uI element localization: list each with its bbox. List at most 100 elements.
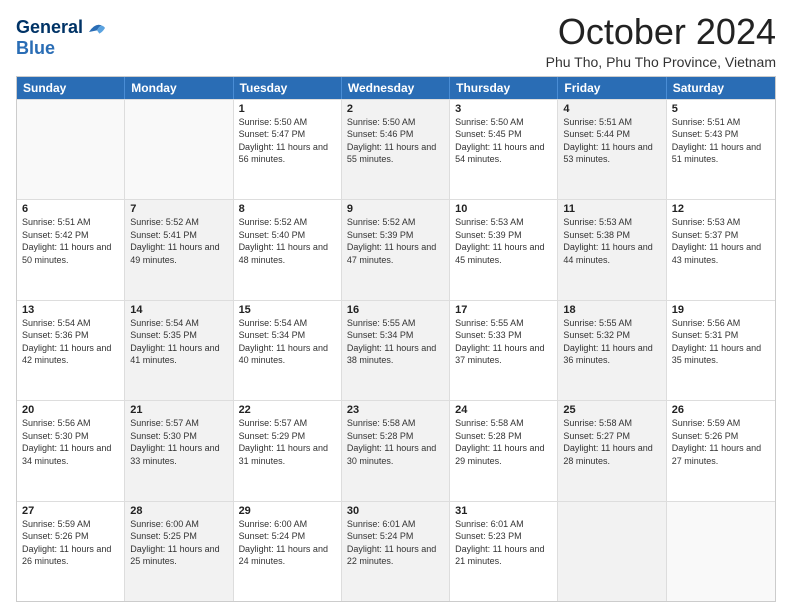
calendar-cell: 17Sunrise: 5:55 AMSunset: 5:33 PMDayligh…: [450, 301, 558, 400]
calendar-cell: 20Sunrise: 5:56 AMSunset: 5:30 PMDayligh…: [17, 401, 125, 500]
calendar-cell: [558, 502, 666, 601]
calendar-cell: 12Sunrise: 5:53 AMSunset: 5:37 PMDayligh…: [667, 200, 775, 299]
calendar-cell: 8Sunrise: 5:52 AMSunset: 5:40 PMDaylight…: [234, 200, 342, 299]
day-number: 24: [455, 404, 552, 416]
calendar-row: 13Sunrise: 5:54 AMSunset: 5:36 PMDayligh…: [17, 300, 775, 400]
page: General Blue October 2024 Phu Tho, Phu T…: [0, 0, 792, 612]
calendar-cell: 6Sunrise: 5:51 AMSunset: 5:42 PMDaylight…: [17, 200, 125, 299]
calendar: SundayMondayTuesdayWednesdayThursdayFrid…: [16, 76, 776, 602]
day-number: 20: [22, 404, 119, 416]
sun-info: Sunrise: 6:00 AMSunset: 5:24 PMDaylight:…: [239, 518, 336, 568]
calendar-cell: 31Sunrise: 6:01 AMSunset: 5:23 PMDayligh…: [450, 502, 558, 601]
calendar-cell: 13Sunrise: 5:54 AMSunset: 5:36 PMDayligh…: [17, 301, 125, 400]
sun-info: Sunrise: 5:51 AMSunset: 5:43 PMDaylight:…: [672, 116, 770, 166]
calendar-cell: 24Sunrise: 5:58 AMSunset: 5:28 PMDayligh…: [450, 401, 558, 500]
day-number: 4: [563, 103, 660, 115]
sun-info: Sunrise: 5:59 AMSunset: 5:26 PMDaylight:…: [22, 518, 119, 568]
day-number: 29: [239, 505, 336, 517]
calendar-row: 27Sunrise: 5:59 AMSunset: 5:26 PMDayligh…: [17, 501, 775, 601]
day-number: 26: [672, 404, 770, 416]
sun-info: Sunrise: 5:53 AMSunset: 5:38 PMDaylight:…: [563, 216, 660, 266]
calendar-cell: [125, 100, 233, 199]
day-number: 18: [563, 304, 660, 316]
calendar-cell: [17, 100, 125, 199]
calendar-cell: 23Sunrise: 5:58 AMSunset: 5:28 PMDayligh…: [342, 401, 450, 500]
sun-info: Sunrise: 5:50 AMSunset: 5:47 PMDaylight:…: [239, 116, 336, 166]
day-number: 9: [347, 203, 444, 215]
title-block: October 2024 Phu Tho, Phu Tho Province, …: [546, 12, 776, 70]
sun-info: Sunrise: 5:53 AMSunset: 5:37 PMDaylight:…: [672, 216, 770, 266]
weekday-header: Monday: [125, 77, 233, 99]
calendar-body: 1Sunrise: 5:50 AMSunset: 5:47 PMDaylight…: [17, 99, 775, 601]
weekday-header: Saturday: [667, 77, 775, 99]
day-number: 1: [239, 103, 336, 115]
sun-info: Sunrise: 5:58 AMSunset: 5:28 PMDaylight:…: [455, 417, 552, 467]
calendar-row: 20Sunrise: 5:56 AMSunset: 5:30 PMDayligh…: [17, 400, 775, 500]
sun-info: Sunrise: 5:55 AMSunset: 5:33 PMDaylight:…: [455, 317, 552, 367]
calendar-cell: 7Sunrise: 5:52 AMSunset: 5:41 PMDaylight…: [125, 200, 233, 299]
calendar-cell: 9Sunrise: 5:52 AMSunset: 5:39 PMDaylight…: [342, 200, 450, 299]
sun-info: Sunrise: 5:59 AMSunset: 5:26 PMDaylight:…: [672, 417, 770, 467]
weekday-header: Tuesday: [234, 77, 342, 99]
day-number: 10: [455, 203, 552, 215]
sun-info: Sunrise: 5:55 AMSunset: 5:34 PMDaylight:…: [347, 317, 444, 367]
logo-icon: [85, 16, 109, 40]
location: Phu Tho, Phu Tho Province, Vietnam: [546, 54, 776, 70]
weekday-header: Thursday: [450, 77, 558, 99]
sun-info: Sunrise: 5:58 AMSunset: 5:28 PMDaylight:…: [347, 417, 444, 467]
day-number: 19: [672, 304, 770, 316]
calendar-cell: 21Sunrise: 5:57 AMSunset: 5:30 PMDayligh…: [125, 401, 233, 500]
day-number: 25: [563, 404, 660, 416]
day-number: 6: [22, 203, 119, 215]
calendar-row: 6Sunrise: 5:51 AMSunset: 5:42 PMDaylight…: [17, 199, 775, 299]
sun-info: Sunrise: 6:01 AMSunset: 5:23 PMDaylight:…: [455, 518, 552, 568]
month-title: October 2024: [546, 12, 776, 52]
sun-info: Sunrise: 5:56 AMSunset: 5:30 PMDaylight:…: [22, 417, 119, 467]
calendar-cell: 30Sunrise: 6:01 AMSunset: 5:24 PMDayligh…: [342, 502, 450, 601]
sun-info: Sunrise: 5:50 AMSunset: 5:45 PMDaylight:…: [455, 116, 552, 166]
weekday-header: Wednesday: [342, 77, 450, 99]
sun-info: Sunrise: 5:53 AMSunset: 5:39 PMDaylight:…: [455, 216, 552, 266]
sun-info: Sunrise: 6:00 AMSunset: 5:25 PMDaylight:…: [130, 518, 227, 568]
day-number: 17: [455, 304, 552, 316]
sun-info: Sunrise: 5:55 AMSunset: 5:32 PMDaylight:…: [563, 317, 660, 367]
calendar-row: 1Sunrise: 5:50 AMSunset: 5:47 PMDaylight…: [17, 99, 775, 199]
calendar-cell: 10Sunrise: 5:53 AMSunset: 5:39 PMDayligh…: [450, 200, 558, 299]
calendar-header: SundayMondayTuesdayWednesdayThursdayFrid…: [17, 77, 775, 99]
day-number: 2: [347, 103, 444, 115]
calendar-cell: 29Sunrise: 6:00 AMSunset: 5:24 PMDayligh…: [234, 502, 342, 601]
sun-info: Sunrise: 5:50 AMSunset: 5:46 PMDaylight:…: [347, 116, 444, 166]
calendar-cell: 14Sunrise: 5:54 AMSunset: 5:35 PMDayligh…: [125, 301, 233, 400]
logo-text: General: [16, 18, 83, 38]
calendar-cell: 5Sunrise: 5:51 AMSunset: 5:43 PMDaylight…: [667, 100, 775, 199]
day-number: 21: [130, 404, 227, 416]
calendar-cell: 27Sunrise: 5:59 AMSunset: 5:26 PMDayligh…: [17, 502, 125, 601]
day-number: 16: [347, 304, 444, 316]
weekday-header: Sunday: [17, 77, 125, 99]
calendar-cell: 2Sunrise: 5:50 AMSunset: 5:46 PMDaylight…: [342, 100, 450, 199]
day-number: 31: [455, 505, 552, 517]
day-number: 28: [130, 505, 227, 517]
calendar-cell: [667, 502, 775, 601]
sun-info: Sunrise: 5:52 AMSunset: 5:40 PMDaylight:…: [239, 216, 336, 266]
sun-info: Sunrise: 6:01 AMSunset: 5:24 PMDaylight:…: [347, 518, 444, 568]
calendar-cell: 19Sunrise: 5:56 AMSunset: 5:31 PMDayligh…: [667, 301, 775, 400]
header: General Blue October 2024 Phu Tho, Phu T…: [16, 12, 776, 70]
sun-info: Sunrise: 5:51 AMSunset: 5:44 PMDaylight:…: [563, 116, 660, 166]
sun-info: Sunrise: 5:57 AMSunset: 5:29 PMDaylight:…: [239, 417, 336, 467]
sun-info: Sunrise: 5:54 AMSunset: 5:36 PMDaylight:…: [22, 317, 119, 367]
day-number: 12: [672, 203, 770, 215]
day-number: 15: [239, 304, 336, 316]
calendar-cell: 18Sunrise: 5:55 AMSunset: 5:32 PMDayligh…: [558, 301, 666, 400]
day-number: 8: [239, 203, 336, 215]
calendar-cell: 16Sunrise: 5:55 AMSunset: 5:34 PMDayligh…: [342, 301, 450, 400]
calendar-cell: 1Sunrise: 5:50 AMSunset: 5:47 PMDaylight…: [234, 100, 342, 199]
logo-blue: Blue: [16, 38, 55, 59]
sun-info: Sunrise: 5:52 AMSunset: 5:41 PMDaylight:…: [130, 216, 227, 266]
day-number: 23: [347, 404, 444, 416]
sun-info: Sunrise: 5:54 AMSunset: 5:34 PMDaylight:…: [239, 317, 336, 367]
sun-info: Sunrise: 5:56 AMSunset: 5:31 PMDaylight:…: [672, 317, 770, 367]
logo: General Blue: [16, 16, 109, 59]
day-number: 3: [455, 103, 552, 115]
calendar-cell: 15Sunrise: 5:54 AMSunset: 5:34 PMDayligh…: [234, 301, 342, 400]
